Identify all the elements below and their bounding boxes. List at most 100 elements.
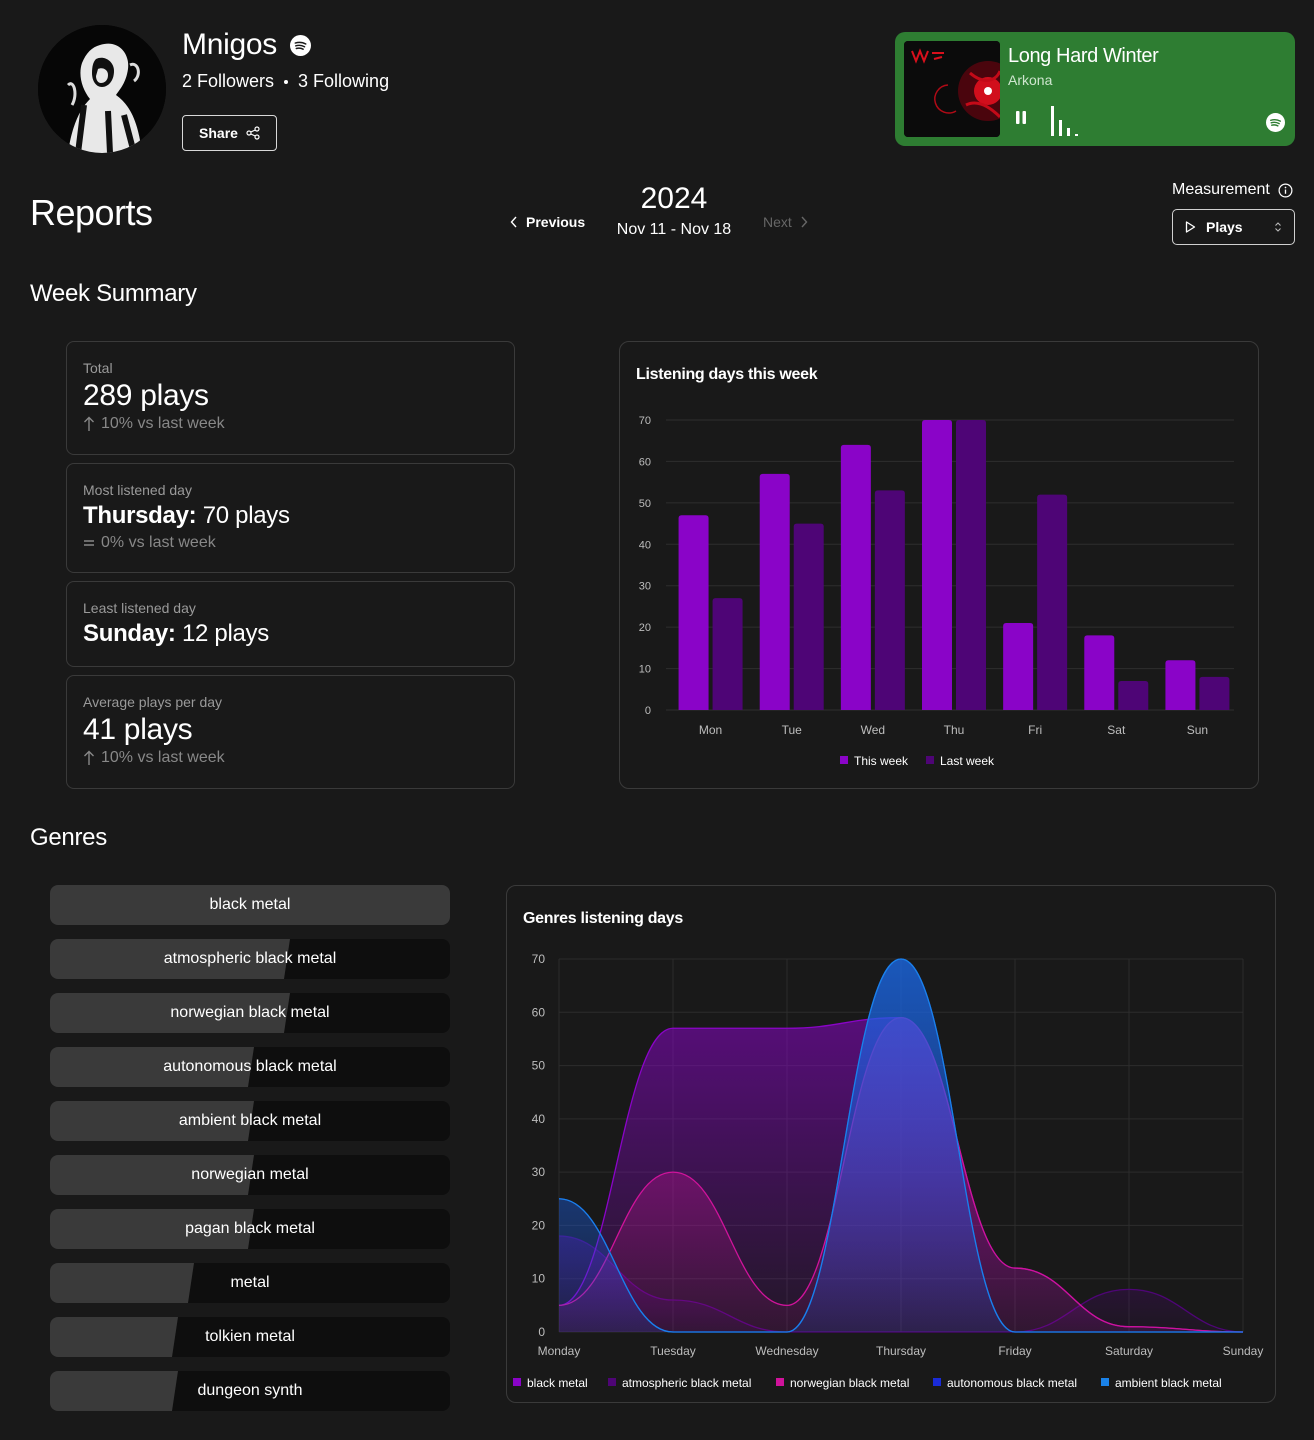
- legend-swatch: [776, 1378, 784, 1386]
- y-tick-label: 10: [532, 1272, 546, 1286]
- least-listened-value: Sunday: 12 plays: [83, 620, 498, 648]
- bar-last-week[interactable]: [793, 523, 824, 710]
- chevron-left-icon: [510, 216, 517, 228]
- bar-this-week[interactable]: [840, 444, 871, 710]
- y-tick-label: 30: [639, 581, 651, 593]
- most-change-text: 0% vs last week: [101, 534, 216, 551]
- share-button-label: Share: [199, 125, 238, 141]
- now-playing-card[interactable]: Long Hard Winter Arkona: [895, 32, 1295, 146]
- arrow-up-icon: [84, 416, 94, 431]
- legend-swatch: [926, 756, 934, 764]
- x-tick-label: Sunday: [1223, 1344, 1264, 1358]
- legend-label[interactable]: atmospheric black metal: [622, 1376, 751, 1390]
- previous-label: Previous: [526, 214, 586, 230]
- report-year: 2024: [640, 182, 708, 215]
- bar-this-week[interactable]: [922, 420, 952, 710]
- most-change: 0% vs last week: [83, 534, 498, 552]
- previous-button[interactable]: Previous: [510, 214, 585, 230]
- total-plays-value: 289 plays: [83, 379, 209, 412]
- bar-last-week[interactable]: [956, 420, 986, 710]
- x-tick-label: Fri: [1028, 723, 1042, 737]
- genre-row[interactable]: tolkien metal: [50, 1317, 450, 1357]
- bar-last-week[interactable]: [1199, 676, 1230, 710]
- album-cover[interactable]: [904, 41, 1000, 137]
- legend-label[interactable]: ambient black metal: [1115, 1376, 1222, 1390]
- bar-last-week[interactable]: [1118, 681, 1149, 710]
- bar-this-week[interactable]: [1165, 660, 1196, 710]
- x-tick-label: Friday: [998, 1344, 1031, 1358]
- avatar-image: [38, 25, 166, 153]
- x-tick-label: Sun: [1187, 723, 1208, 737]
- average-plays-card: Average plays per day 41 plays 10% vs la…: [66, 675, 515, 789]
- genre-row[interactable]: pagan black metal: [50, 1209, 450, 1249]
- total-change: 10% vs last week: [83, 415, 498, 433]
- bar-this-week[interactable]: [759, 473, 790, 710]
- most-listened-card: Most listened day Thursday: 70 plays 0% …: [66, 463, 515, 573]
- total-plays-card: Total 289 plays 10% vs last week: [66, 341, 515, 455]
- legend-label[interactable]: This week: [854, 754, 909, 768]
- following-link[interactable]: 3 Following: [298, 71, 389, 92]
- legend-label[interactable]: Last week: [940, 754, 995, 768]
- track-title: Long Hard Winter: [1008, 45, 1159, 67]
- bar-last-week[interactable]: [1037, 494, 1068, 710]
- separator-dot: [284, 79, 289, 84]
- bar-chart-svg: 0 10 20 30 40 50 60 70 Mon Tue Wed Thu Fri Sat Sun This…: [639, 415, 1234, 768]
- x-tick-label: Monday: [538, 1344, 581, 1358]
- bar-last-week[interactable]: [712, 598, 743, 710]
- y-tick-label: 70: [532, 952, 546, 966]
- legend-label[interactable]: autonomous black metal: [947, 1376, 1077, 1390]
- legend-swatch: [513, 1378, 521, 1386]
- genre-row[interactable]: black metal: [50, 885, 450, 925]
- y-tick-label: 20: [532, 1218, 546, 1232]
- genres-title: Genres: [30, 824, 107, 851]
- track-artist[interactable]: Arkona: [1008, 72, 1052, 88]
- genre-row[interactable]: norwegian metal: [50, 1155, 450, 1195]
- genre-row[interactable]: ambient black metal: [50, 1101, 450, 1141]
- listening-days-chart: Listening days this week 0 10 20 30 40 50 60 70…: [619, 341, 1259, 789]
- spotify-icon[interactable]: [290, 35, 311, 61]
- x-tick-label: Wednesday: [755, 1344, 818, 1358]
- equal-icon: [84, 540, 94, 546]
- x-tick-label: Thursday: [876, 1344, 926, 1358]
- bar-this-week[interactable]: [1003, 623, 1034, 710]
- most-listened-value: Thursday: 70 plays: [83, 502, 498, 530]
- x-tick-label: Saturday: [1105, 1344, 1153, 1358]
- x-tick-label: Tue: [782, 723, 803, 737]
- x-tick-label: Mon: [699, 723, 722, 737]
- most-listened-plays: 70 plays: [196, 502, 290, 529]
- spotify-icon[interactable]: [1266, 113, 1285, 137]
- genre-row[interactable]: autonomous black metal: [50, 1047, 450, 1087]
- next-label: Next: [763, 214, 792, 230]
- genre-label: autonomous black metal: [163, 1058, 337, 1075]
- info-icon[interactable]: [1278, 183, 1293, 198]
- genre-row[interactable]: dungeon synth: [50, 1371, 450, 1411]
- pause-icon[interactable]: [1015, 111, 1027, 129]
- next-button[interactable]: Next: [763, 214, 808, 230]
- bar-this-week[interactable]: [678, 515, 709, 710]
- bar-last-week[interactable]: [874, 490, 905, 710]
- least-listened-day: Sunday:: [83, 620, 176, 647]
- average-change-text: 10% vs last week: [101, 749, 225, 766]
- genre-row[interactable]: metal: [50, 1263, 450, 1303]
- total-change-text: 10% vs last week: [101, 415, 225, 432]
- genre-row[interactable]: atmospheric black metal: [50, 939, 450, 979]
- y-tick-label: 0: [538, 1325, 545, 1339]
- page-title: Reports: [30, 192, 153, 233]
- genre-label: metal: [230, 1274, 270, 1291]
- share-button[interactable]: Share: [182, 115, 277, 151]
- avatar: [38, 25, 166, 153]
- x-tick-label: Thu: [944, 723, 965, 737]
- genre-row[interactable]: norwegian black metal: [50, 993, 450, 1033]
- card-caption: Average plays per day: [83, 694, 223, 710]
- followers-link[interactable]: 2 Followers: [182, 71, 274, 92]
- measurement-select[interactable]: Plays: [1172, 209, 1295, 245]
- legend-swatch: [840, 756, 848, 764]
- y-tick-label: 40: [532, 1112, 546, 1126]
- chevron-right-icon: [801, 216, 808, 228]
- legend-label[interactable]: black metal: [527, 1376, 588, 1390]
- profile-name: Mnigos: [182, 28, 277, 61]
- bar-this-week[interactable]: [1084, 635, 1115, 710]
- genre-label: atmospheric black metal: [163, 950, 337, 967]
- legend-label[interactable]: norwegian black metal: [790, 1376, 909, 1390]
- arrow-up-icon: [84, 750, 94, 765]
